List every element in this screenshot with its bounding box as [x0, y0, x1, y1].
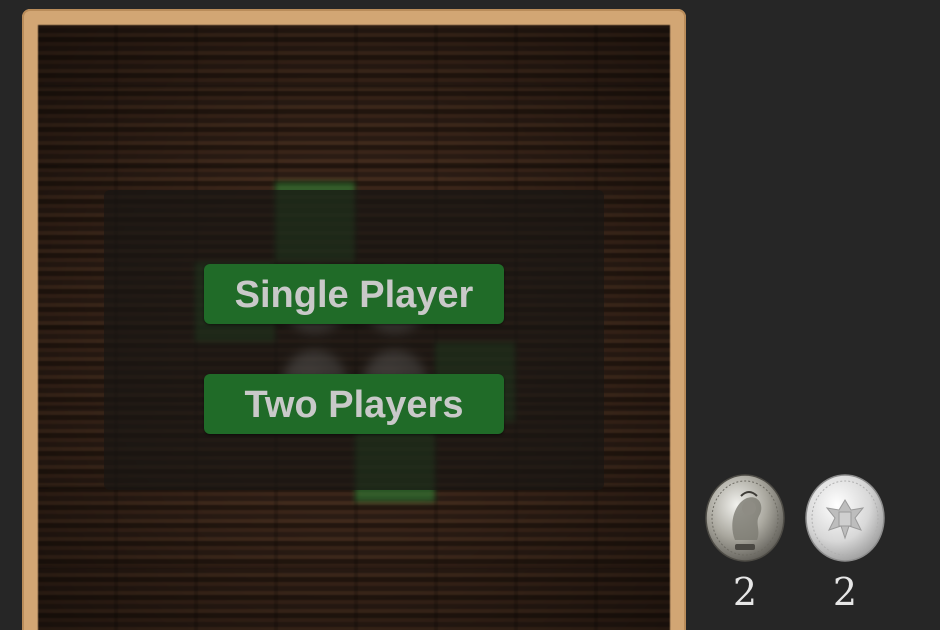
silver-eagle-coin-icon [805, 474, 885, 562]
two-players-button[interactable]: Two Players [204, 374, 504, 434]
game-mode-menu [104, 190, 604, 490]
player-two-coin-count: 2 [832, 570, 858, 614]
player-one-score: 2 [704, 474, 786, 612]
single-player-button[interactable]: Single Player [204, 264, 504, 324]
game-screen: Single Player Two Players 2 2 [0, 0, 940, 630]
player-two-score: 2 [804, 474, 886, 612]
draped-bust-silver-coin-icon [705, 474, 785, 562]
player-one-coin-count: 2 [732, 570, 758, 614]
